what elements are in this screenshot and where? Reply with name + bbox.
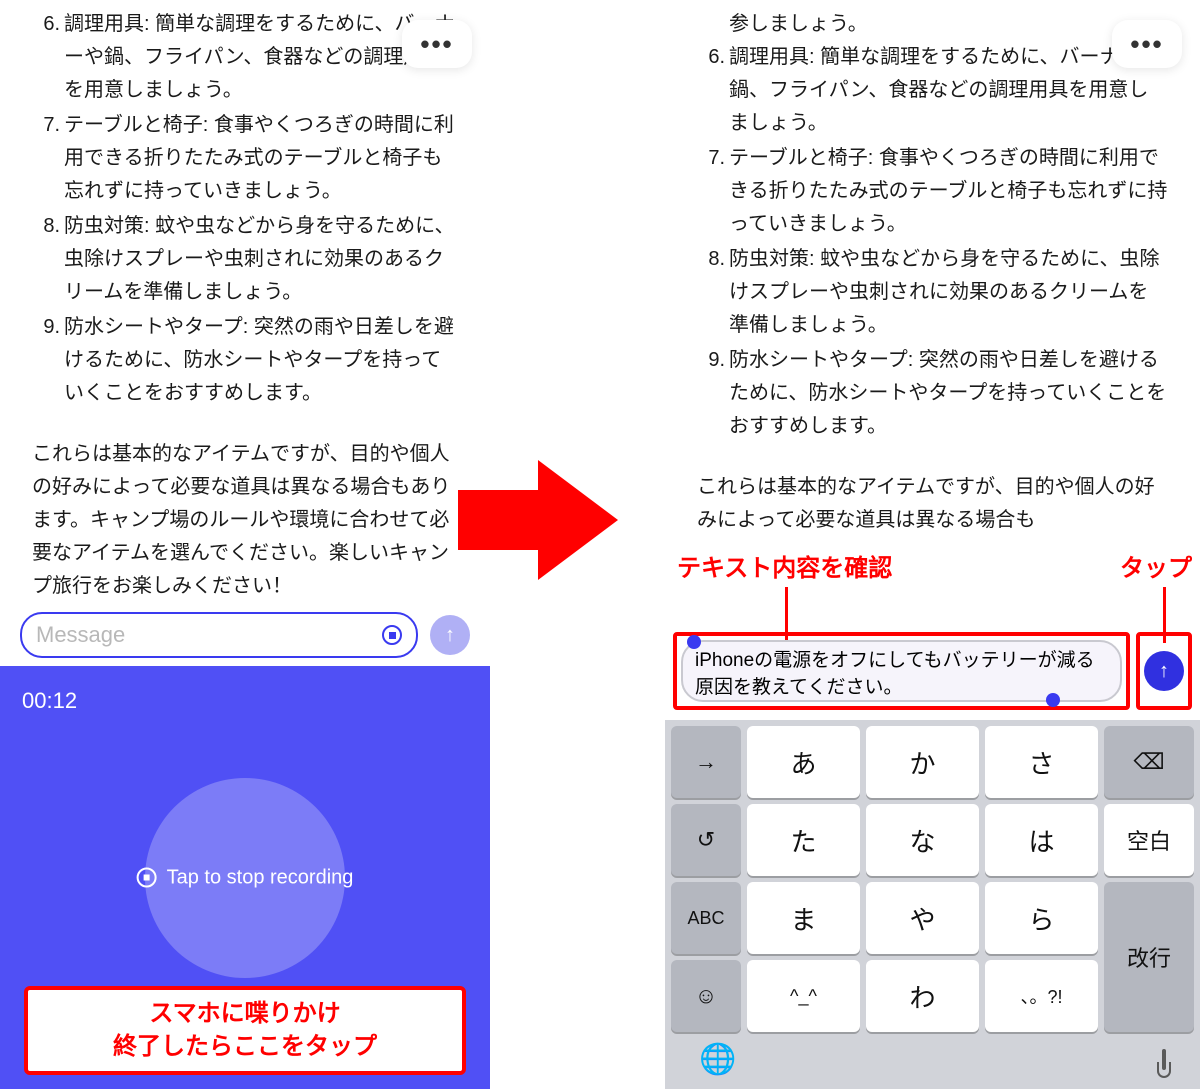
mic-icon[interactable]: [1162, 1051, 1166, 1069]
key-return[interactable]: 改行: [1104, 882, 1194, 1032]
list-item: 防虫対策: 蚊や虫などから身を守るために、虫除けスプレーや虫刺されに効果のあるク…: [697, 243, 1168, 342]
send-button[interactable]: ↑: [1144, 651, 1184, 691]
key-emoji[interactable]: ☺: [671, 960, 741, 1032]
list-item: 防虫対策: 蚊や虫などから身を守るために、虫除けスプレーや虫刺されに効果のあるク…: [32, 210, 458, 309]
key-wa[interactable]: わ: [866, 960, 979, 1032]
globe-icon[interactable]: 🌐: [699, 1042, 736, 1077]
message-input-row: Message ↑: [20, 612, 470, 658]
screen-after: 参しましょう。 調理用具: 簡単な調理をするために、バーナーや鍋、フライパン、食…: [665, 0, 1200, 1089]
key-punct[interactable]: 、。?!: [985, 960, 1098, 1032]
stop-record-icon[interactable]: [382, 625, 402, 645]
selection-handle-end[interactable]: [1046, 693, 1060, 707]
send-button[interactable]: ↑: [430, 615, 470, 655]
message-placeholder: Message: [36, 622, 125, 648]
selection-handle-start[interactable]: [687, 635, 701, 649]
more-button[interactable]: •••: [1112, 20, 1182, 68]
recording-panel: 00:12 Tap to stop recording スマホに喋りかけ 終了し…: [0, 666, 490, 1089]
callout-line2: 終了したらここをタップ: [34, 1031, 456, 1063]
annotation-check-text: テキスト内容を確認: [677, 548, 892, 607]
annotation-tap: タップ: [1120, 548, 1192, 607]
message-input[interactable]: Message: [20, 612, 418, 658]
highlighted-send: ↑: [1136, 632, 1192, 710]
message-input[interactable]: iPhoneの電源をオフにしてもバッテリーが減る原因を教えてください。: [681, 640, 1122, 702]
key-ha[interactable]: は: [985, 804, 1098, 876]
list-item: 防水シートやタープ: 突然の雨や日差しを避けるために、防水シートやタープを持って…: [697, 344, 1168, 443]
list-item: テーブルと椅子: 食事やくつろぎの時間に利用できる折りたたみ式のテーブルと椅子も…: [32, 109, 458, 208]
key-ta[interactable]: た: [747, 804, 860, 876]
list-item-fragment: 参しましょう。: [697, 8, 1168, 41]
list-item: 調理用具: 簡単な調理をするために、バーナーや鍋、フライパン、食器などの調理用具…: [697, 41, 1168, 140]
key-ka[interactable]: か: [866, 726, 979, 798]
list-item: テーブルと椅子: 食事やくつろぎの時間に利用できる折りたたみ式のテーブルと椅子も…: [697, 142, 1168, 241]
list-item: 防水シートやタープ: 突然の雨や日差しを避けるために、防水シートやタープを持って…: [32, 311, 458, 410]
tap-to-stop-label: Tap to stop recording: [167, 866, 354, 889]
key-ra[interactable]: ら: [985, 882, 1098, 954]
highlighted-text-field: iPhoneの電源をオフにしてもバッテリーが減る原因を教えてください。: [673, 632, 1130, 710]
stop-icon: [137, 868, 157, 888]
key-ya[interactable]: や: [866, 882, 979, 954]
key-ma[interactable]: ま: [747, 882, 860, 954]
message-text: iPhoneの電源をオフにしてもバッテリーが減る原因を教えてください。: [695, 650, 1095, 698]
callout-line1: スマホに喋りかけ: [34, 998, 456, 1030]
ios-keyboard: → ↺ ABC ☺ あ か さ た な は: [665, 720, 1200, 1089]
chat-content: 調理用具: 簡単な調理をするために、バーナーや鍋、フライパン、食器などの調理用具…: [0, 0, 490, 611]
tap-to-stop[interactable]: Tap to stop recording: [137, 866, 354, 889]
screen-before: 調理用具: 簡単な調理をするために、バーナーや鍋、フライパン、食器などの調理用具…: [0, 0, 490, 1089]
instruction-callout: スマホに喋りかけ 終了したらここをタップ: [24, 986, 466, 1075]
more-button[interactable]: •••: [402, 20, 472, 68]
key-undo[interactable]: ↺: [671, 804, 741, 876]
summary-text: これらは基本的なアイテムですが、目的や個人の好みによって必要な道具は異なる場合も: [697, 471, 1168, 537]
key-kaomoji[interactable]: ^_^: [747, 960, 860, 1032]
key-next-candidate[interactable]: →: [671, 726, 741, 798]
key-a[interactable]: あ: [747, 726, 860, 798]
key-na[interactable]: な: [866, 804, 979, 876]
filled-input-row: iPhoneの電源をオフにしてもバッテリーが減る原因を教えてください。 ↑: [673, 632, 1192, 710]
key-space[interactable]: 空白: [1104, 804, 1194, 876]
key-backspace[interactable]: ⌫: [1104, 726, 1194, 798]
annotation-row: テキスト内容を確認 タップ: [665, 548, 1200, 607]
chat-content: 参しましょう。 調理用具: 簡単な調理をするために、バーナーや鍋、フライパン、食…: [665, 0, 1200, 545]
transition-arrow: [490, 450, 665, 590]
summary-text: これらは基本的なアイテムですが、目的や個人の好みによって必要な道具は異なる場合も…: [32, 438, 458, 603]
key-sa[interactable]: さ: [985, 726, 1098, 798]
recording-timer: 00:12: [22, 688, 77, 714]
arrow-icon: [538, 460, 618, 580]
key-abc[interactable]: ABC: [671, 882, 741, 954]
list-item: 調理用具: 簡単な調理をするために、バーナーや鍋、フライパン、食器などの調理用具…: [32, 8, 458, 107]
